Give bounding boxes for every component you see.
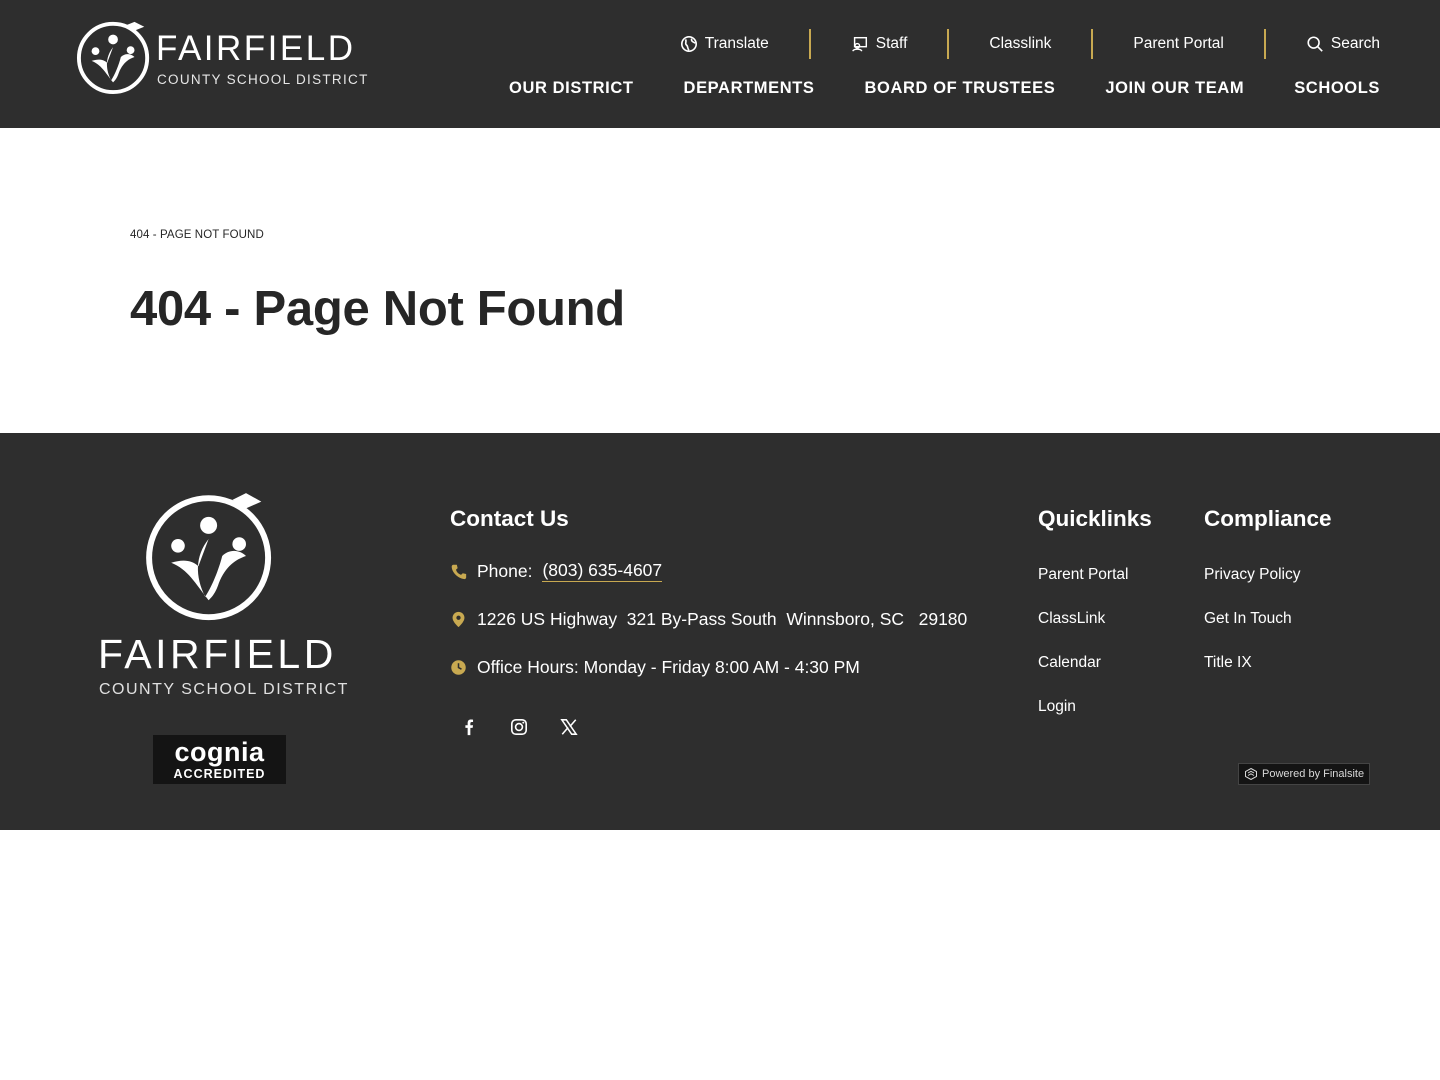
district-emblem-icon bbox=[76, 21, 150, 95]
badge-caption: ACCREDITED bbox=[173, 767, 266, 781]
quicklink-classlink[interactable]: ClassLink bbox=[1038, 609, 1152, 629]
quicklinks-list: Parent Portal ClassLink Calendar Login bbox=[1038, 565, 1152, 717]
search-button[interactable]: Search bbox=[1266, 29, 1380, 59]
quicklink-parent-portal[interactable]: Parent Portal bbox=[1038, 565, 1152, 585]
parent-portal-link[interactable]: Parent Portal bbox=[1093, 29, 1263, 59]
main-nav: OUR DISTRICT DEPARTMENTS BOARD OF TRUSTE… bbox=[509, 76, 1380, 100]
cognia-accredited-badge[interactable]: cognia ACCREDITED bbox=[153, 735, 286, 784]
compliance-section: Compliance Privacy Policy Get In Touch T… bbox=[1204, 505, 1332, 697]
breadcrumb: 404 - PAGE NOT FOUND bbox=[130, 229, 264, 241]
search-label: Search bbox=[1330, 35, 1380, 52]
utility-nav: Translate Staff Classlink Parent Portal … bbox=[640, 28, 1380, 60]
nav-join-our-team[interactable]: JOIN OUR TEAM bbox=[1105, 76, 1244, 100]
nav-departments[interactable]: DEPARTMENTS bbox=[684, 76, 815, 100]
compliance-heading: Compliance bbox=[1204, 506, 1332, 531]
district-logo[interactable]: FAIRFIELD COUNTY SCHOOL DISTRICT bbox=[76, 18, 369, 98]
finalsite-logo-icon bbox=[1245, 768, 1257, 780]
powered-by-finalsite[interactable]: Powered by Finalsite bbox=[1238, 763, 1370, 785]
badge-brand: cognia bbox=[174, 737, 265, 767]
translate-label: Translate bbox=[704, 35, 769, 52]
parent-portal-label: Parent Portal bbox=[1133, 35, 1224, 52]
classlink-label: Classlink bbox=[989, 35, 1052, 52]
clock-icon bbox=[451, 659, 466, 675]
logo-wordmark: FAIRFIELD bbox=[156, 29, 356, 68]
hours-text: Office Hours: Monday - Friday 8:00 AM - … bbox=[477, 656, 860, 677]
phone-link[interactable]: (803) 635-4607 bbox=[542, 560, 663, 582]
site-header: FAIRFIELD COUNTY SCHOOL DISTRICT Transla… bbox=[0, 0, 1440, 128]
compliance-get-in-touch[interactable]: Get In Touch bbox=[1204, 609, 1332, 629]
compliance-list: Privacy Policy Get In Touch Title IX bbox=[1204, 565, 1332, 673]
facebook-icon[interactable] bbox=[460, 718, 478, 736]
search-icon bbox=[1307, 36, 1323, 52]
nav-our-district[interactable]: OUR DISTRICT bbox=[509, 76, 634, 100]
staff-link[interactable]: Staff bbox=[811, 29, 948, 59]
footer-logo-wordmark: FAIRFIELD bbox=[98, 631, 337, 677]
nav-board-of-trustees[interactable]: BOARD OF TRUSTEES bbox=[865, 76, 1056, 100]
district-emblem-icon bbox=[146, 493, 272, 621]
globe-icon bbox=[680, 35, 697, 53]
contact-hours: Office Hours: Monday - Friday 8:00 AM - … bbox=[450, 654, 1010, 680]
translate-link[interactable]: Translate bbox=[640, 29, 809, 59]
quicklink-login[interactable]: Login bbox=[1038, 697, 1152, 717]
phone-icon bbox=[451, 564, 467, 579]
contact-heading: Contact Us bbox=[450, 506, 569, 531]
contact-phone: Phone: (803) 635-4607 bbox=[450, 558, 1010, 584]
footer-logo-subtitle: COUNTY SCHOOL DISTRICT bbox=[99, 681, 349, 698]
classlink-link[interactable]: Classlink bbox=[949, 29, 1091, 59]
compliance-title-ix[interactable]: Title IX bbox=[1204, 653, 1332, 673]
nav-schools[interactable]: SCHOOLS bbox=[1294, 76, 1380, 100]
logo-subtitle: COUNTY SCHOOL DISTRICT bbox=[157, 72, 369, 87]
staff-icon bbox=[851, 36, 867, 52]
quicklinks-section: Quicklinks Parent Portal ClassLink Calen… bbox=[1038, 505, 1152, 741]
compliance-privacy-policy[interactable]: Privacy Policy bbox=[1204, 565, 1332, 585]
instagram-icon[interactable] bbox=[510, 718, 528, 736]
quicklinks-heading: Quicklinks bbox=[1038, 506, 1152, 531]
site-footer: FAIRFIELD COUNTY SCHOOL DISTRICT cognia … bbox=[0, 433, 1440, 830]
x-icon[interactable] bbox=[560, 718, 578, 736]
quicklink-calendar[interactable]: Calendar bbox=[1038, 653, 1152, 673]
powered-by-text: Powered by Finalsite bbox=[1262, 768, 1365, 780]
address-text: 1226 US Highway 321 By-Pass South Winnsb… bbox=[477, 608, 968, 629]
footer-district-logo[interactable]: FAIRFIELD COUNTY SCHOOL DISTRICT bbox=[96, 488, 347, 703]
social-links bbox=[460, 718, 1010, 736]
phone-label: Phone: bbox=[477, 560, 533, 581]
staff-label: Staff bbox=[875, 35, 908, 52]
location-pin-icon bbox=[452, 611, 465, 627]
contact-section: Contact Us Phone: (803) 635-4607 1226 US… bbox=[450, 505, 1010, 736]
page-title: 404 - Page Not Found bbox=[130, 282, 625, 336]
contact-address: 1226 US Highway 321 By-Pass South Winnsb… bbox=[450, 606, 1010, 632]
